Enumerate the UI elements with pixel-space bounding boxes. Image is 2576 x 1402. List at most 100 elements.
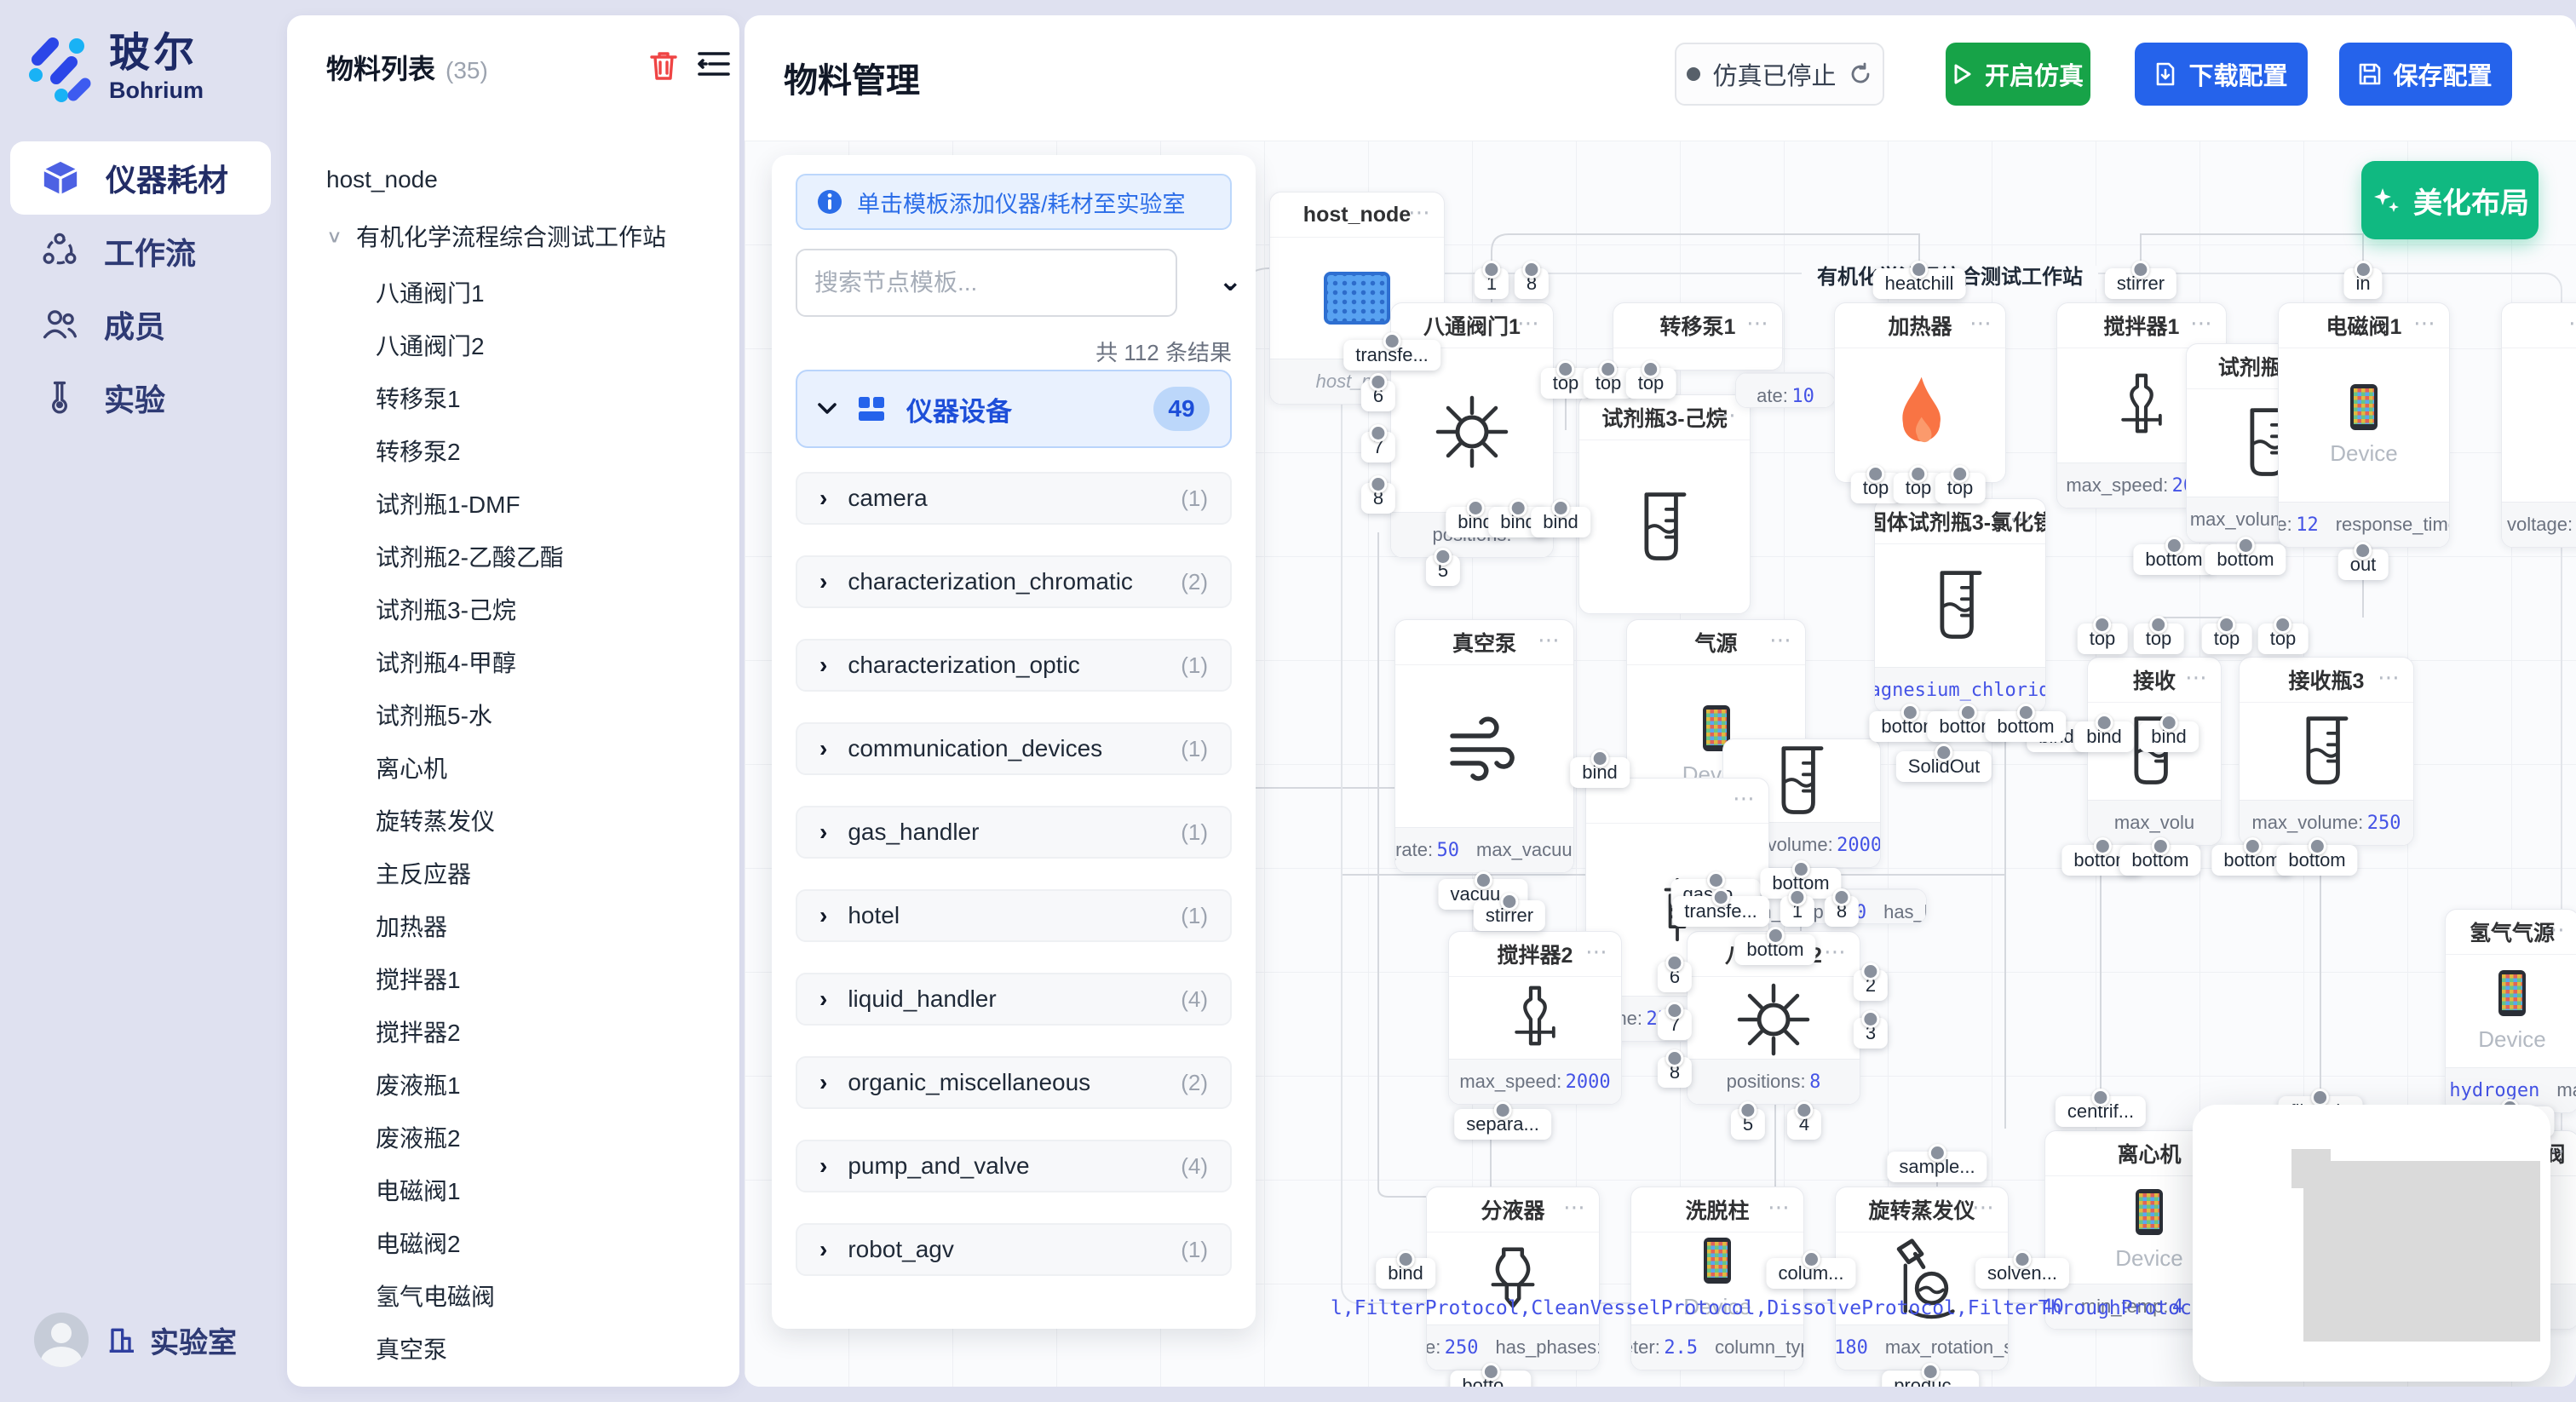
sidebar-item-members[interactable]: 成员 (10, 288, 271, 361)
start-simulation-button[interactable]: 开启仿真 (1946, 43, 2090, 106)
node-menu-icon[interactable]: ⋯ (1517, 310, 1541, 336)
node-menu-icon[interactable]: ⋯ (1969, 310, 1993, 336)
tree-item[interactable]: 搅拌器2 (287, 1005, 739, 1058)
node-menu-icon[interactable]: ⋯ (1538, 627, 1561, 653)
port-chip-top[interactable]: top (1626, 368, 1676, 399)
sidebar-item-workflow[interactable]: 工作流 (10, 215, 271, 288)
port-chip-in[interactable]: in (2343, 268, 2382, 299)
category-camera[interactable]: ›camera(1) (796, 472, 1232, 525)
port-chip-bind[interactable]: bind (1531, 507, 1590, 537)
tree-item[interactable]: 氢气电磁阀 (287, 1269, 739, 1322)
tree-item[interactable]: 八通阀门1 (287, 266, 739, 319)
tree-item[interactable]: 转移泵1 (287, 371, 739, 424)
port-chip-centrif...[interactable]: centrif... (2056, 1096, 2146, 1127)
category-communication_devices[interactable]: ›communication_devices(1) (796, 722, 1232, 775)
canvas-node-氢气气源[interactable]: 氢气气源⋯Device_type: hydrogenmax_pre (2445, 909, 2576, 1113)
port-chip-7[interactable]: 7 (1658, 1009, 1692, 1040)
category-liquid_handler[interactable]: ›liquid_handler(4) (796, 973, 1232, 1026)
port-chip-4[interactable]: 4 (1787, 1109, 1821, 1140)
port-chip-top[interactable]: top (1935, 473, 1986, 503)
refresh-icon[interactable] (1849, 62, 1872, 86)
port-chip-stirrer[interactable]: stirrer (1474, 900, 1545, 931)
tree-item[interactable]: 试剂瓶3-己烷 (287, 583, 739, 635)
port-chip-SolidOut[interactable]: SolidOut (1896, 751, 1992, 782)
node-menu-icon[interactable]: ⋯ (1733, 785, 1757, 812)
port-chip-sample...[interactable]: sample... (1887, 1152, 1987, 1182)
port-chip-bind[interactable]: bind (1570, 757, 1630, 788)
port-chip-bottom[interactable]: bottom (1734, 934, 1815, 965)
canvas-node-加热器[interactable]: 加热器⋯ (1834, 302, 2006, 483)
port-chip-bottom[interactable]: bottom (2276, 845, 2357, 876)
tree-item[interactable]: 电磁阀2 (287, 1216, 739, 1269)
sidebar-item-laboratory[interactable]: 实验室 (104, 1319, 237, 1361)
port-chip-bottom[interactable]: bottom (2205, 544, 2286, 575)
tree-item[interactable]: 加热器 (287, 899, 739, 952)
port-chip-bind[interactable]: bind (1376, 1258, 1435, 1289)
port-chip-6[interactable]: 6 (1658, 962, 1692, 992)
canvas-node-真空泵[interactable]: 真空泵⋯pump_rate: 50max_vacuum: 0.1 (1394, 619, 1574, 873)
node-menu-icon[interactable]: ⋯ (2413, 310, 2437, 336)
tree-item[interactable]: 旋转蒸发仪 (287, 794, 739, 847)
port-chip-8[interactable]: 8 (1515, 268, 1549, 299)
port-chip-3[interactable]: 3 (1854, 1018, 1888, 1049)
port-chip-bind[interactable]: bind (2139, 721, 2199, 752)
search-input[interactable] (796, 249, 1177, 317)
port-chip-stirrer[interactable]: stirrer (2105, 268, 2176, 299)
chevron-collapse-icon[interactable]: ⌄ (1218, 264, 1243, 298)
port-chip-8[interactable]: 8 (1658, 1057, 1692, 1088)
tree-item[interactable]: 试剂瓶1-DMF (287, 477, 739, 530)
port-chip-5[interactable]: 5 (1426, 555, 1460, 586)
tree-item[interactable]: 八通阀门2 (287, 319, 739, 371)
canvas-node-接收瓶3[interactable]: 接收瓶3⋯max_volume: 250 (2239, 657, 2414, 846)
sidebar-item-instruments[interactable]: 仪器耗材 (10, 141, 271, 215)
node-menu-icon[interactable]: ⋯ (2190, 310, 2214, 336)
chevron-down-icon[interactable]: ∨ (326, 226, 342, 247)
tree-item[interactable]: 废液瓶2 (287, 1111, 739, 1164)
port-chip-botto...[interactable]: botto... (1450, 1370, 1531, 1387)
tree-item[interactable]: 真空泵 (287, 1322, 739, 1375)
port-chip-bind[interactable]: bind (2074, 721, 2134, 752)
port-chip-transfe...[interactable]: transfe... (1672, 896, 1769, 927)
tree-item[interactable]: 废液瓶1 (287, 1058, 739, 1111)
category-characterization_optic[interactable]: ›characterization_optic(1) (796, 639, 1232, 692)
canvas-node[interactable]: ⋯voltage: 12 (2501, 302, 2576, 548)
port-chip-1[interactable]: 1 (1780, 896, 1814, 927)
sidebar-item-experiments[interactable]: 实验 (10, 361, 271, 434)
tree-item[interactable]: 搅拌器1 (287, 952, 739, 1005)
node-menu-icon[interactable]: ⋯ (2543, 916, 2567, 943)
category-pump_and_valve[interactable]: ›pump_and_valve(4) (796, 1140, 1232, 1192)
category-organic_miscellaneous[interactable]: ›organic_miscellaneous(2) (796, 1056, 1232, 1109)
port-chip-bottom[interactable]: bottom (2133, 544, 2214, 575)
download-config-button[interactable]: 下载配置 (2135, 43, 2308, 106)
canvas-node-转移泵1[interactable]: 转移泵1⋯ (1613, 302, 1783, 371)
port-chip-separa...[interactable]: separa... (1454, 1109, 1551, 1140)
port-chip-6[interactable]: 6 (1361, 381, 1395, 411)
node-menu-icon[interactable]: ⋯ (1972, 1194, 1996, 1221)
tree-item[interactable]: 转移泵2 (287, 424, 739, 477)
group-instrument-devices[interactable]: 仪器设备 49 (796, 370, 1232, 448)
trash-icon[interactable] (648, 49, 679, 82)
canvas-node-搅拌器2[interactable]: 搅拌器2⋯max_speed: 2000 (1448, 931, 1622, 1105)
indent-list-icon[interactable] (698, 49, 730, 78)
node-menu-icon[interactable]: ⋯ (1563, 1194, 1587, 1221)
node-menu-icon[interactable]: ⋯ (2378, 664, 2401, 691)
node-menu-icon[interactable]: ⋯ (1714, 402, 1738, 428)
tree-item[interactable]: 主反应器 (287, 847, 739, 899)
node-menu-icon[interactable]: ⋯ (1769, 627, 1793, 653)
port-chip-solven...[interactable]: solven... (1975, 1258, 2069, 1289)
port-chip-transfe...[interactable]: transfe... (1343, 340, 1440, 371)
tree-item[interactable]: host_node (287, 153, 739, 206)
canvas-node-电磁阀1[interactable]: 电磁阀1⋯Devicevoltage: 12response_time: 0.1 (2278, 302, 2450, 548)
canvas-node-分液器[interactable]: 分液器⋯volume: 250has_phases: true (1426, 1187, 1600, 1370)
node-menu-icon[interactable]: ⋯ (2568, 310, 2576, 336)
canvas-node-试剂瓶3-己烷[interactable]: 试剂瓶3-己烷⋯ (1578, 394, 1751, 614)
canvas-node-固体试剂瓶3-氯化镁[interactable]: 固体试剂瓶3-氯化镁⋯agent: magnesium_chloridephys (1874, 498, 2046, 713)
simulation-status-pill[interactable]: 仿真已停止 (1675, 43, 1884, 106)
port-chip-8[interactable]: 8 (1361, 483, 1395, 514)
node-menu-icon[interactable]: ⋯ (2185, 664, 2209, 691)
beautify-layout-button[interactable]: 美化布局 (2361, 161, 2539, 239)
save-config-button[interactable]: 保存配置 (2339, 43, 2512, 106)
tree-item[interactable]: ∨有机化学流程综合测试工作站 (287, 210, 739, 262)
canvas-node[interactable]: ate: 10 (1735, 372, 1836, 408)
node-menu-icon[interactable]: ⋯ (1824, 939, 1848, 965)
